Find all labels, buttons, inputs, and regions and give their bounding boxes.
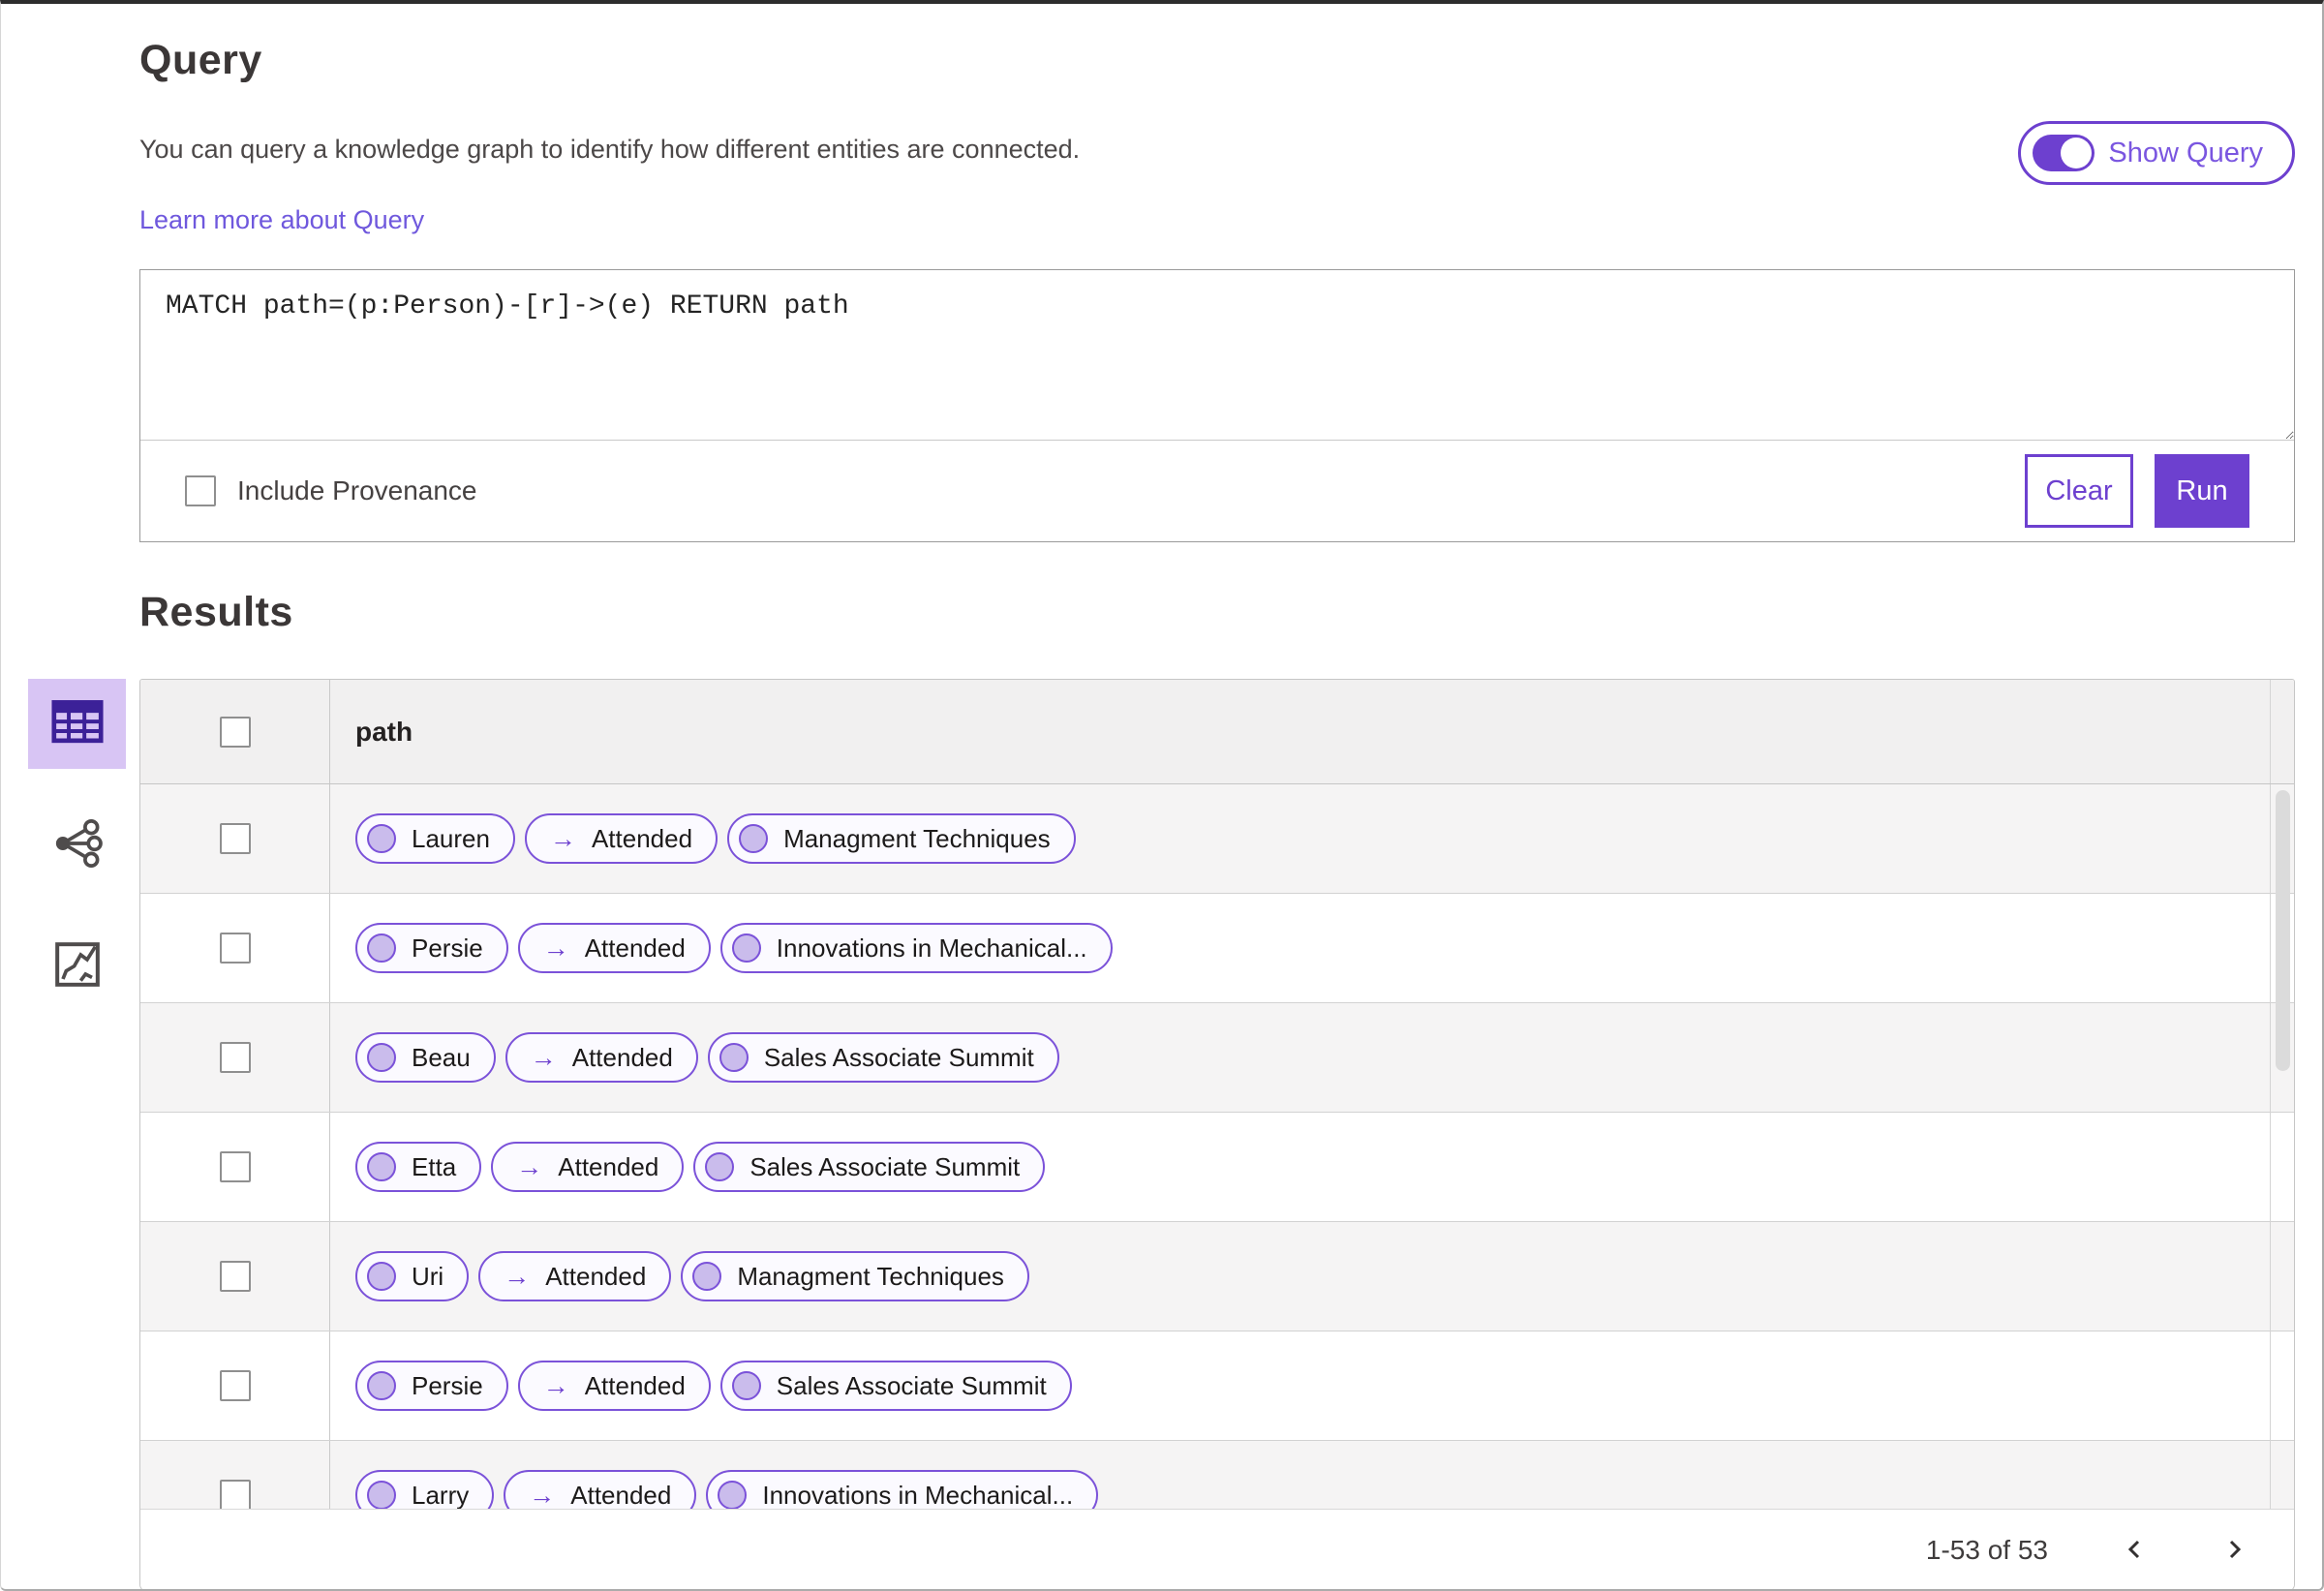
node-circle-icon [367,1152,396,1181]
results-row: path Lauren → Attended Managment Techniq… [1,679,2295,1589]
table-row: Larry → Attended Innovations in Mechanic… [140,1441,2294,1509]
table-header-row: path [140,680,2294,784]
source-node-chip[interactable]: Persie [355,1361,508,1411]
edge-arrow-icon: → [542,1370,569,1400]
edge-chip[interactable]: → Attended [504,1470,697,1510]
clear-button[interactable]: Clear [2025,454,2133,528]
chart-view-button[interactable] [28,921,126,1011]
show-query-toggle-button[interactable]: Show Query [2018,121,2295,185]
edge-chip[interactable]: → Attended [505,1032,698,1083]
edge-arrow-icon: → [516,1151,543,1181]
row-checkbox[interactable] [219,1151,251,1182]
row-checkbox[interactable] [219,823,251,854]
edge-chip[interactable]: → Attended [478,1251,672,1301]
query-panel-footer: Include Provenance Clear Run [140,441,2294,541]
target-node-chip[interactable]: Sales Associate Summit [707,1032,1059,1083]
row-checkbox[interactable] [219,933,251,964]
graph-view-button[interactable] [28,800,126,890]
node-circle-icon [739,824,769,853]
table-grid-icon [49,697,106,750]
node-circle-icon [367,933,396,963]
row-checkbox[interactable] [219,1370,251,1401]
source-node-chip[interactable]: Larry [355,1470,495,1509]
node-circle-icon [719,1043,749,1072]
source-node-chip[interactable]: Uri [355,1251,470,1301]
row-checkbox[interactable] [219,1480,251,1509]
node-circle-icon [367,824,396,853]
query-section: Query You can query a knowledge graph to… [139,37,2295,542]
edge-chip[interactable]: → Attended [517,1361,711,1411]
results-view-rail [1,679,139,1011]
target-node-chip[interactable]: Innovations in Mechanical... [719,923,1113,973]
node-circle-icon [718,1481,748,1509]
target-node-chip[interactable]: Sales Associate Summit [693,1142,1046,1192]
node-circle-icon [367,1371,396,1400]
line-chart-box-icon [53,940,102,992]
edge-arrow-icon: → [529,1480,556,1510]
pagination-bar: 1-53 of 53 [140,1509,2294,1589]
show-query-label: Show Query [2108,137,2263,168]
source-node-chip[interactable]: Etta [355,1142,482,1192]
table-row: Persie → Attended Innovations in Mechani… [140,894,2294,1003]
table-row: Etta → Attended Sales Associate Summit [140,1113,2294,1222]
vertical-scrollbar-thumb[interactable] [2276,790,2290,1071]
results-table: path Lauren → Attended Managment Techniq… [139,679,2295,1589]
node-circle-icon [731,1371,761,1400]
source-node-chip[interactable]: Beau [355,1032,496,1083]
table-body: Lauren → Attended Managment Techniques P… [140,784,2294,1509]
pagination-range-label: 1-53 of 53 [1925,1535,2048,1565]
target-node-chip[interactable]: Managment Techniques [681,1251,1029,1301]
edge-arrow-icon: → [549,823,576,853]
learn-more-link[interactable]: Learn more about Query [139,205,424,235]
table-row: Uri → Attended Managment Techniques [140,1222,2294,1331]
source-node-chip[interactable]: Lauren [355,813,515,864]
select-all-checkbox[interactable] [219,716,251,748]
next-page-button[interactable] [2217,1532,2251,1570]
node-circle-icon [692,1262,722,1291]
table-row: Lauren → Attended Managment Techniques [140,784,2294,894]
target-node-chip[interactable]: Sales Associate Summit [719,1361,1072,1411]
target-node-chip[interactable]: Innovations in Mechanical... [706,1470,1099,1509]
edge-arrow-icon: → [530,1042,557,1072]
page-title: Query [139,37,262,83]
query-description: You can query a knowledge graph to ident… [139,135,1081,164]
target-node-chip[interactable]: Managment Techniques [727,813,1076,864]
edge-chip[interactable]: → Attended [517,923,711,973]
node-circle-icon [367,1262,396,1291]
network-nodes-icon [51,818,104,872]
column-header-path: path [355,716,413,747]
toggle-on-icon [2033,135,2095,171]
toggle-knob [2061,138,2093,168]
results-title: Results [139,589,293,635]
query-description-row: You can query a knowledge graph to ident… [139,121,2295,235]
node-circle-icon [367,1481,396,1509]
chevron-left-icon [2124,1538,2147,1564]
row-checkbox[interactable] [219,1261,251,1292]
row-checkbox[interactable] [219,1042,251,1073]
run-button[interactable]: Run [2155,454,2249,528]
query-editor-input[interactable]: MATCH path=(p:Person)-[r]->(e) RETURN pa… [140,270,2294,441]
node-circle-icon [705,1152,735,1181]
node-circle-icon [367,1043,396,1072]
include-provenance-checkbox[interactable] [185,475,216,506]
node-circle-icon [731,933,761,963]
previous-page-button[interactable] [2118,1532,2153,1570]
chevron-right-icon [2222,1538,2246,1564]
edge-arrow-icon: → [504,1261,531,1291]
table-row: Persie → Attended Sales Associate Summit [140,1331,2294,1441]
app-window: Query You can query a knowledge graph to… [0,0,2324,1591]
table-row: Beau → Attended Sales Associate Summit [140,1003,2294,1113]
edge-chip[interactable]: → Attended [524,813,719,864]
source-node-chip[interactable]: Persie [355,923,508,973]
include-provenance-label: Include Provenance [237,475,477,505]
edge-chip[interactable]: → Attended [491,1142,685,1192]
query-panel: MATCH path=(p:Person)-[r]->(e) RETURN pa… [139,269,2295,542]
table-view-button[interactable] [28,679,126,769]
edge-arrow-icon: → [542,933,569,963]
